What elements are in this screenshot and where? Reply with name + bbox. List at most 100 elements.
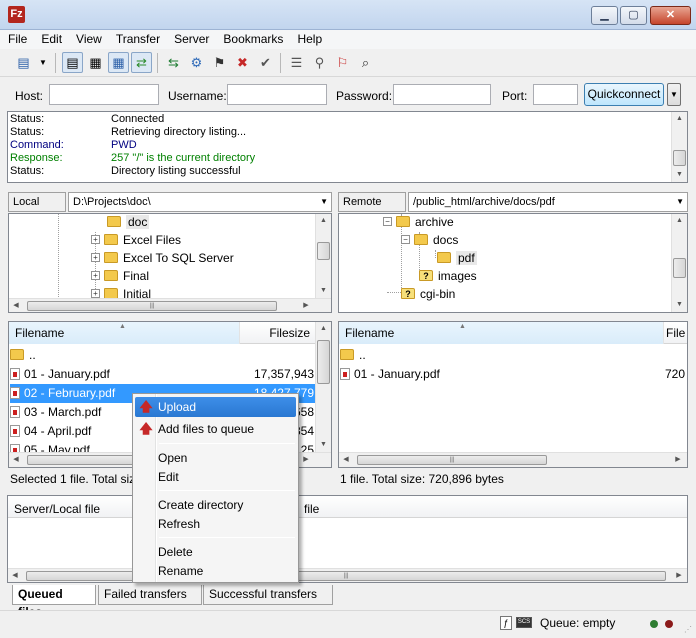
message-log[interactable]: Status: Connected Status: Retrieving direc… (7, 111, 688, 183)
chevron-down-icon[interactable]: ▼ (676, 193, 684, 211)
tree-item-doc[interactable]: doc (107, 214, 150, 231)
password-input[interactable] (393, 84, 491, 105)
refresh-icon[interactable]: ⇆ (163, 52, 184, 73)
menu-server[interactable]: Server (167, 30, 216, 48)
file-row[interactable]: 01 - January.pdf 17,357,943 (10, 365, 315, 384)
file-row-parent[interactable]: .. (10, 346, 315, 365)
collapse-icon[interactable]: − (401, 235, 410, 245)
local-tree-hscrollbar[interactable]: ◀ ||| ▶ (9, 298, 331, 312)
download-indicator-icon (665, 620, 673, 628)
sync-browsing-icon[interactable]: ⚐ (332, 52, 353, 73)
local-tree-scrollbar[interactable]: ▲ ▼ (315, 214, 331, 298)
menu-help[interactable]: Help (290, 30, 329, 48)
cancel-operation-icon[interactable]: ⚑ (209, 52, 230, 73)
disconnect-icon[interactable]: ✖ (232, 52, 253, 73)
menu-file[interactable]: File (0, 30, 34, 48)
queue-hscrollbar[interactable]: ◀ ||| ▶ (8, 568, 687, 582)
menu-item-delete[interactable]: Delete (135, 542, 296, 562)
expand-icon[interactable]: + (91, 271, 100, 281)
folder-icon (107, 216, 121, 228)
quickconnect-button[interactable]: Quickconnect (584, 83, 664, 106)
pdf-icon (10, 367, 20, 380)
log-scrollbar[interactable]: ▲ ▼ (671, 112, 687, 182)
remote-list-hscrollbar[interactable]: ◀ ||| ▶ (339, 452, 687, 467)
tab-failed-transfers[interactable]: Failed transfers (98, 585, 202, 605)
tree-item-images[interactable]: ? images (419, 267, 477, 285)
remote-file-list[interactable]: Filename ▲ File .. 01 - January.pdf 720 ◀ … (338, 321, 688, 468)
reconnect-icon[interactable]: ✔ (255, 52, 276, 73)
toggle-local-tree-icon[interactable]: ▦ (85, 52, 106, 73)
remote-tree-scrollbar[interactable]: ▲ ▼ (671, 214, 687, 312)
local-path-combo[interactable]: D:\Projects\doc\ ▼ (68, 192, 332, 212)
minimize-button[interactable]: ▁ (591, 6, 618, 25)
quickconnect-bar: Host: Username: Password: Port: Quickcon… (0, 80, 696, 110)
tree-item-docs[interactable]: − docs (401, 231, 458, 249)
resize-grip-icon[interactable]: ⋰ (684, 625, 692, 634)
remote-tree[interactable]: − archive − docs pdf ? images ? cgi-bin ▲ ▼ (338, 213, 688, 313)
tree-item-initial[interactable]: + Initial (91, 285, 151, 298)
filezilla-icon[interactable]: Fz (8, 6, 25, 23)
site-manager-icon[interactable]: ▤ (13, 52, 34, 73)
tree-item-cgi-bin[interactable]: ? cgi-bin (401, 285, 455, 303)
tree-item-pdf[interactable]: pdf (437, 249, 477, 267)
directory-comparison-icon[interactable]: ⚲ (309, 52, 330, 73)
search-icon[interactable]: ⌕ (355, 52, 376, 73)
column-filename[interactable]: Filename ▲ (9, 322, 240, 344)
menu-bar: File Edit View Transfer Server Bookmarks Help (0, 30, 696, 49)
file-row[interactable]: 01 - January.pdf 720 (340, 365, 686, 384)
maximize-button[interactable]: ▢ (620, 6, 647, 25)
site-manager-dropdown-icon[interactable]: ▼ (36, 52, 50, 73)
unknown-folder-icon: ? (419, 270, 433, 282)
menu-transfer[interactable]: Transfer (109, 30, 167, 48)
add-to-queue-icon: 🡅 (139, 421, 153, 436)
expand-icon[interactable]: + (91, 289, 100, 298)
tree-item-excel-to-sql[interactable]: + Excel To SQL Server (91, 249, 234, 267)
transfer-queue[interactable]: Server/Local file file ◀ ||| ▶ (7, 495, 688, 583)
filter-icon[interactable]: ☰ (286, 52, 307, 73)
collapse-icon[interactable]: − (383, 217, 392, 227)
title-bar[interactable]: Fz ▁ ▢ ✕ (0, 0, 696, 30)
tree-item-archive[interactable]: − archive (383, 214, 454, 231)
menu-item-rename[interactable]: Rename (135, 561, 296, 581)
toggle-queue-icon[interactable]: ⇄ (131, 52, 152, 73)
toggle-remote-tree-icon[interactable]: ▦ (108, 52, 129, 73)
menu-bookmarks[interactable]: Bookmarks (216, 30, 290, 48)
column-filesize[interactable]: Filesize (240, 322, 316, 344)
tab-queued-files[interactable]: Queued files (12, 585, 96, 619)
menu-view[interactable]: View (69, 30, 109, 48)
pdf-icon (340, 367, 350, 380)
menu-item-add-to-queue[interactable]: 🡅 Add files to queue (135, 419, 296, 439)
username-input[interactable] (227, 84, 327, 105)
local-tree[interactable]: doc + Excel Files + Excel To SQL Server + F… (8, 213, 332, 313)
quickconnect-dropdown-icon[interactable]: ▼ (667, 83, 681, 106)
upload-arrow-icon: 🡅 (139, 399, 153, 414)
menu-edit[interactable]: Edit (34, 30, 69, 48)
chevron-down-icon[interactable]: ▼ (320, 193, 328, 211)
port-input[interactable] (533, 84, 578, 105)
column-filename[interactable]: Filename ▲ (339, 322, 664, 344)
menu-item-create-directory[interactable]: Create directory (135, 495, 296, 515)
close-button[interactable]: ✕ (650, 6, 691, 25)
column-remote-file[interactable]: file (298, 496, 687, 518)
process-queue-icon[interactable]: ⚙ (186, 52, 207, 73)
tree-item-final[interactable]: + Final (91, 267, 149, 285)
menu-item-edit[interactable]: Edit (135, 467, 296, 487)
folder-icon (104, 252, 118, 264)
expand-icon[interactable]: + (91, 235, 100, 245)
menu-item-refresh[interactable]: Refresh (135, 514, 296, 534)
port-label: Port: (502, 89, 528, 103)
pdf-icon (10, 405, 20, 418)
tab-successful-transfers[interactable]: Successful transfers (203, 585, 333, 605)
toggle-log-icon[interactable]: ▤ (62, 52, 83, 73)
speed-limit-icon[interactable]: SCS (516, 617, 532, 628)
file-row-parent[interactable]: .. (340, 346, 686, 365)
menu-item-upload[interactable]: 🡅 Upload (135, 397, 296, 417)
column-filesize[interactable]: File (664, 322, 687, 344)
local-list-scrollbar[interactable]: ▲ ▼ (315, 322, 331, 452)
menu-item-open[interactable]: Open (135, 448, 296, 468)
host-input[interactable] (49, 84, 159, 105)
tree-item-excel-files[interactable]: + Excel Files (91, 231, 181, 249)
remote-path-combo[interactable]: /public_html/archive/docs/pdf ▼ (408, 192, 688, 212)
expand-icon[interactable]: + (91, 253, 100, 263)
status-bar: ƒ SCS Queue: empty ⋰ (0, 610, 696, 638)
